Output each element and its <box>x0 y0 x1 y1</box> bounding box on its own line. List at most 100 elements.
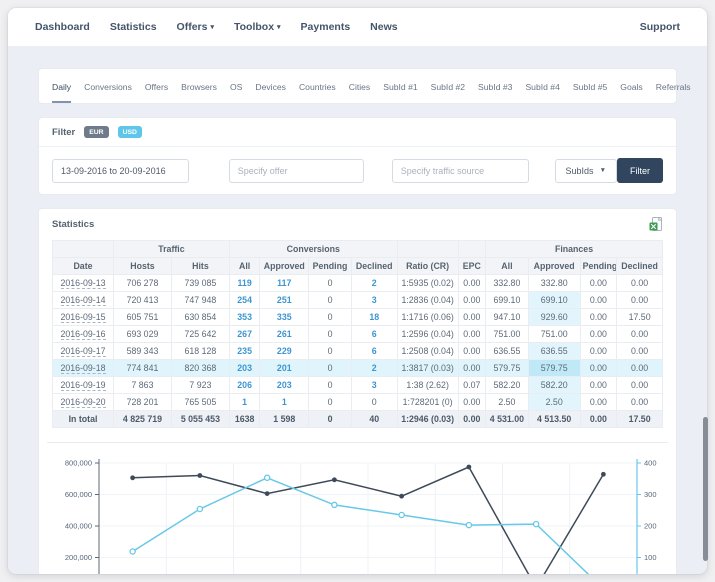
tab-subid-1[interactable]: SubId #1 <box>383 69 417 103</box>
cell-ratio-cr-7: 1:2508 (0.04) <box>397 343 458 360</box>
date-link[interactable]: 2016-09-20 <box>61 397 106 408</box>
nav-item-news[interactable]: News <box>370 21 397 33</box>
date-link[interactable]: 2016-09-18 <box>61 363 106 374</box>
offer-input[interactable] <box>229 159 364 183</box>
cell-approved-4[interactable]: 251 <box>260 292 309 309</box>
column-header-all-3: All <box>229 258 260 275</box>
cell-declined-6[interactable]: 6 <box>351 326 397 343</box>
nav-item-support[interactable]: Support <box>640 21 680 33</box>
tab-os[interactable]: OS <box>230 69 242 103</box>
tab-countries[interactable]: Countries <box>299 69 336 103</box>
cell-all-3[interactable]: 267 <box>229 326 260 343</box>
cell-approved-4[interactable]: 229 <box>260 343 309 360</box>
date-link[interactable]: 2016-09-17 <box>61 346 106 357</box>
date-link[interactable]: 2016-09-14 <box>61 295 106 306</box>
date-range-input[interactable] <box>52 159 189 183</box>
svg-text:300: 300 <box>644 490 657 499</box>
cell-all-3[interactable]: 235 <box>229 343 260 360</box>
cell-date-0[interactable]: 2016-09-16 <box>53 326 114 343</box>
filter-header: Filter EUR USD <box>39 118 676 147</box>
tab-subid-2[interactable]: SubId #2 <box>431 69 465 103</box>
cell-all-9: 751.00 <box>486 326 529 343</box>
cell-approved-4[interactable]: 203 <box>260 377 309 394</box>
cell-declined-6[interactable]: 2 <box>351 275 397 292</box>
nav-item-payments[interactable]: Payments <box>301 21 351 33</box>
cell-all-3[interactable]: 206 <box>229 377 260 394</box>
cell-declined-6[interactable]: 3 <box>351 292 397 309</box>
column-group-spacer <box>458 241 485 258</box>
cell-all-3[interactable]: 1 <box>229 394 260 411</box>
cell-approved-10: 332.80 <box>528 275 580 292</box>
tab-browsers[interactable]: Browsers <box>181 69 217 103</box>
cell-date-0[interactable]: 2016-09-17 <box>53 343 114 360</box>
tab-offers[interactable]: Offers <box>145 69 168 103</box>
date-link[interactable]: 2016-09-13 <box>61 278 106 289</box>
cell-ratio-cr-7: 1:5935 (0.02) <box>397 275 458 292</box>
nav-item-dashboard[interactable]: Dashboard <box>35 21 90 33</box>
tab-subid-3[interactable]: SubId #3 <box>478 69 512 103</box>
statistics-table: TrafficConversionsFinancesDateHostsHitsA… <box>52 240 663 428</box>
cell-all-3[interactable]: 353 <box>229 309 260 326</box>
cell-hits-2: 630 854 <box>171 309 229 326</box>
cell-date-0[interactable]: 2016-09-20 <box>53 394 114 411</box>
traffic-source-input[interactable] <box>392 159 529 183</box>
cell-ratio-cr-7: 1:3817 (0.03) <box>397 360 458 377</box>
chevron-down-icon: ▼ <box>600 167 606 174</box>
cell-date-0[interactable]: 2016-09-13 <box>53 275 114 292</box>
cell-all-9: 636.55 <box>486 343 529 360</box>
date-link[interactable]: 2016-09-15 <box>61 312 106 323</box>
cell-approved-10: 929.60 <box>528 309 580 326</box>
tab-conversions[interactable]: Conversions <box>84 69 132 103</box>
app-window: Dashboard Statistics Offers▾ Toolbox▾ Paymen… <box>8 8 707 574</box>
cell-all-9: 332.80 <box>486 275 529 292</box>
cell-date-0[interactable]: 2016-09-19 <box>53 377 114 394</box>
cell-date-0[interactable]: 2016-09-14 <box>53 292 114 309</box>
cell-approved-4[interactable]: 1 <box>260 394 309 411</box>
currency-badge-eur[interactable]: EUR <box>84 126 108 138</box>
filter-button[interactable]: Filter <box>617 158 663 183</box>
date-link[interactable]: 2016-09-19 <box>61 380 106 391</box>
cell-declined-6[interactable]: 6 <box>351 343 397 360</box>
cell-pending-5: 0 <box>309 292 352 309</box>
cell-declined-6[interactable]: 18 <box>351 309 397 326</box>
cell-hosts-1: 720 413 <box>114 292 172 309</box>
nav-item-statistics[interactable]: Statistics <box>110 21 157 33</box>
cell-all-3[interactable]: 203 <box>229 360 260 377</box>
date-link[interactable]: 2016-09-16 <box>61 329 106 340</box>
cell-hosts-1: 774 841 <box>114 360 172 377</box>
cell-date-0[interactable]: 2016-09-18 <box>53 360 114 377</box>
cell-hosts-1: 706 278 <box>114 275 172 292</box>
cell-approved-4[interactable]: 335 <box>260 309 309 326</box>
cell-declined-6[interactable]: 3 <box>351 377 397 394</box>
tab-devices[interactable]: Devices <box>255 69 286 103</box>
tab-subid-4[interactable]: SubId #4 <box>525 69 559 103</box>
tab-subid-5[interactable]: SubId #5 <box>573 69 607 103</box>
excel-export-icon[interactable] <box>649 217 663 232</box>
total-row: In total4 825 7195 055 45316381 5980401:… <box>53 411 663 428</box>
cell-approved-4[interactable]: 201 <box>260 360 309 377</box>
tab-cities[interactable]: Cities <box>349 69 371 103</box>
currency-badge-usd[interactable]: USD <box>118 126 142 138</box>
nav-item-offers[interactable]: Offers▾ <box>177 21 214 33</box>
svg-text:400,000: 400,000 <box>65 522 92 531</box>
table-row: 2016-09-16693 029725 642267261061:2596 (… <box>53 326 663 343</box>
tab-daily[interactable]: Daily <box>52 69 71 103</box>
cell-pending-5: 0 <box>309 343 352 360</box>
cell-approved-4[interactable]: 117 <box>260 275 309 292</box>
cell-epc-8: 0.00 <box>458 309 485 326</box>
cell-date-0[interactable]: 2016-09-15 <box>53 309 114 326</box>
cell-all-3[interactable]: 254 <box>229 292 260 309</box>
cell-declined-6[interactable]: 2 <box>351 360 397 377</box>
cell-pending-11: 0.00 <box>580 360 617 377</box>
cell-approved-4[interactable]: 261 <box>260 326 309 343</box>
tab-referrals[interactable]: Referrals <box>656 69 691 103</box>
nav-item-toolbox[interactable]: Toolbox▾ <box>234 21 281 33</box>
cell-pending-11: 0.00 <box>580 343 617 360</box>
cell-pending-11: 0.00 <box>580 275 617 292</box>
subids-dropdown[interactable]: SubIds ▼ <box>555 159 617 183</box>
cell-all-3[interactable]: 119 <box>229 275 260 292</box>
cell-epc-8: 0.00 <box>458 326 485 343</box>
vertical-scrollbar[interactable] <box>703 417 708 561</box>
tab-goals[interactable]: Goals <box>620 69 642 103</box>
cell-hosts-1: 7 863 <box>114 377 172 394</box>
